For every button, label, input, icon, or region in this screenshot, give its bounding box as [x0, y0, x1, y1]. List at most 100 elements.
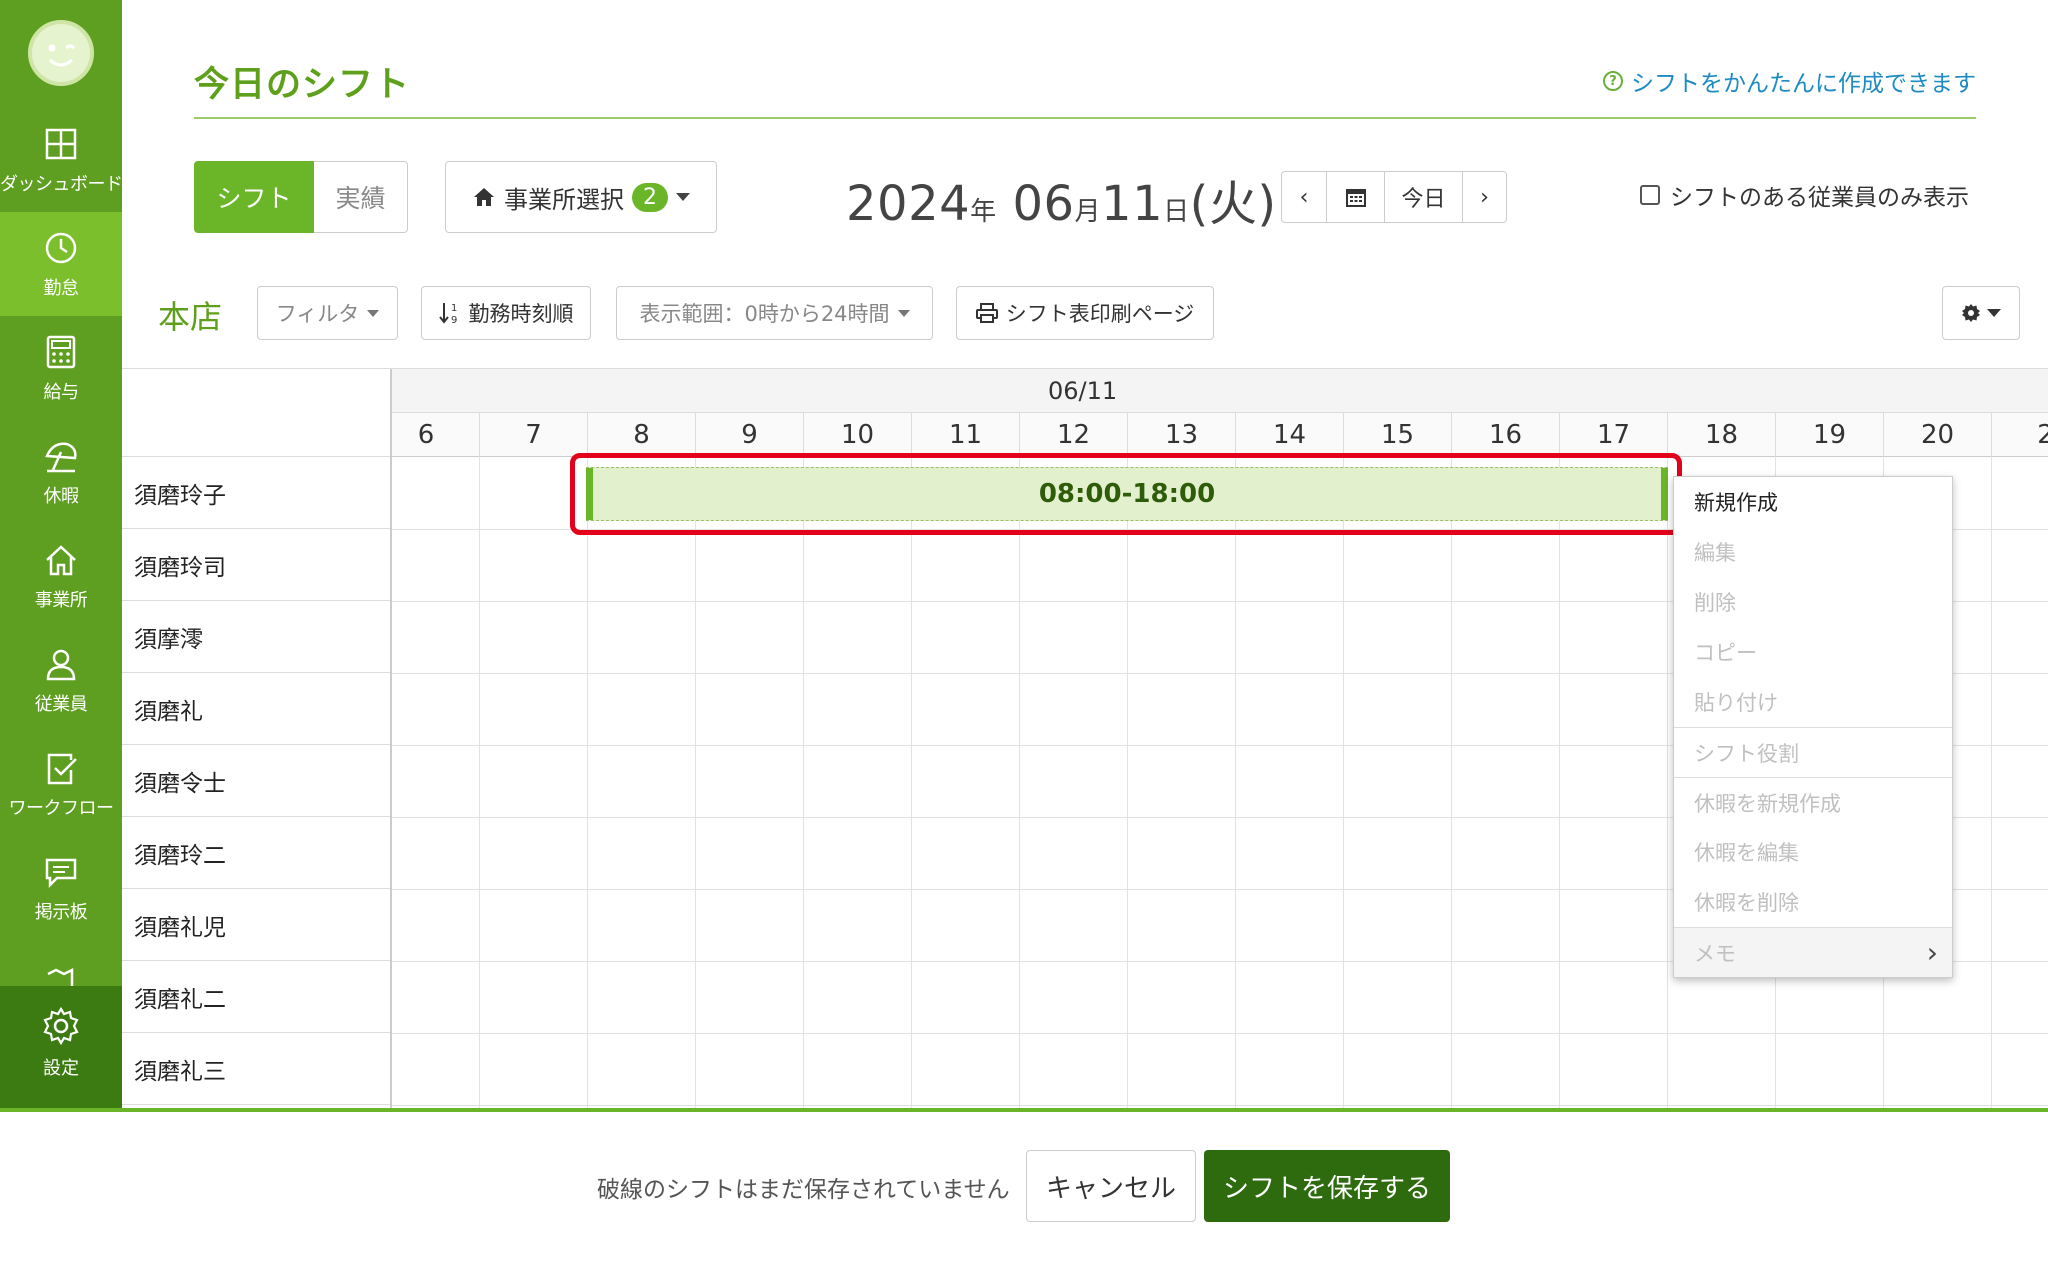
sidebar-item-settings[interactable]: 設定 — [0, 986, 122, 1108]
menu-item-copy[interactable]: コピー — [1674, 627, 1952, 677]
sidebar-item-label: 従業員 — [34, 694, 88, 715]
hour-gridline — [1667, 457, 1668, 1108]
sidebar-item-attendance[interactable]: 勤怠 — [0, 212, 122, 316]
sidebar-item-payroll[interactable]: 給与 — [0, 316, 122, 420]
filter-dropdown[interactable]: フィルタ — [257, 286, 398, 340]
cancel-button[interactable]: キャンセル — [1026, 1150, 1196, 1222]
employee-row[interactable]: 須磨令士 — [122, 745, 390, 817]
hour-gridline — [1559, 457, 1560, 1108]
shift-time-label: 08:00-18:00 — [1038, 479, 1216, 509]
sort-by-time-button[interactable]: 19 勤務時刻順 — [421, 286, 591, 340]
employee-row[interactable]: 須磨礼児 — [122, 889, 390, 961]
office-select-dropdown[interactable]: 事業所選択 2 — [445, 161, 717, 233]
home-icon — [474, 188, 494, 206]
caret-down-icon — [1987, 309, 2001, 317]
clipboard-check-icon — [47, 753, 77, 785]
calendar-button[interactable] — [1326, 172, 1384, 222]
sidebar-item-label: 掲示板 — [34, 902, 88, 923]
caret-down-icon — [367, 309, 380, 317]
employee-row[interactable]: 須磨玲司 — [122, 529, 390, 601]
timeline-date: 06/11 — [1048, 377, 1118, 405]
employee-row[interactable]: 須磨礼二 — [122, 961, 390, 1033]
hour-gridline — [695, 457, 696, 1108]
sidebar-item-label: ダッシュボード — [0, 174, 123, 195]
hour-label: 13 — [1127, 413, 1235, 457]
hour-gridline — [587, 457, 588, 1108]
save-shift-button[interactable]: シフトを保存する — [1204, 1150, 1450, 1222]
checkbox-icon[interactable] — [1640, 185, 1660, 205]
smiley-logo-icon[interactable] — [28, 20, 94, 86]
hour-label: 16 — [1451, 413, 1559, 457]
hour-label: 20 — [1883, 413, 1991, 457]
settings-dropdown-button[interactable] — [1942, 286, 2020, 340]
print-page-button[interactable]: シフト表印刷ページ — [956, 286, 1214, 340]
tab-shift[interactable]: シフト — [194, 161, 314, 233]
menu-item-new-leave[interactable]: 休暇を新規作成 — [1674, 777, 1952, 827]
only-with-shifts-label: シフトのある従業員のみ表示 — [1670, 185, 1969, 211]
store-name: 本店 — [158, 298, 223, 336]
employee-row[interactable]: 須磨礼 — [122, 673, 390, 745]
menu-item-delete[interactable]: 削除 — [1674, 577, 1952, 627]
employee-row[interactable]: 須磨玲二 — [122, 817, 390, 889]
dashboard-icon — [45, 128, 77, 160]
calendar-icon — [1345, 189, 1366, 207]
help-link-text: シフトをかんたんに作成できます — [1631, 71, 1976, 97]
shift-start-handle[interactable] — [586, 468, 593, 520]
prev-day-button[interactable]: ‹ — [1282, 172, 1326, 222]
date-year: 2024 — [846, 176, 971, 232]
sort-numeric-icon: 19 — [438, 303, 457, 325]
date-weekday: (火) — [1189, 176, 1277, 232]
menu-item-shift-role[interactable]: シフト役割 — [1674, 727, 1952, 777]
menu-item-new[interactable]: 新規作成 — [1674, 477, 1952, 527]
menu-item-memo-label: メモ — [1694, 941, 1736, 966]
employee-row[interactable]: 須磨玲子 — [122, 457, 390, 529]
menu-item-edit[interactable]: 編集 — [1674, 527, 1952, 577]
sidebar-item-dashboard[interactable]: ダッシュボード — [0, 108, 123, 212]
employee-row[interactable]: 須磨礼三 — [122, 1033, 390, 1105]
employee-name: 須磨礼二 — [134, 986, 226, 1013]
shift-end-handle[interactable] — [1661, 468, 1668, 520]
hour-label: 18 — [1667, 413, 1775, 457]
sidebar-item-office[interactable]: 事業所 — [0, 524, 122, 628]
sidebar-item-employees[interactable]: 従業員 — [0, 628, 122, 732]
message-icon — [45, 858, 77, 889]
page-title: 今日のシフト — [194, 65, 411, 105]
caret-down-icon — [897, 309, 910, 317]
timeline-hour-header: 6 78910111213141516171819202 — [392, 413, 2048, 457]
menu-item-delete-leave[interactable]: 休暇を削除 — [1674, 877, 1952, 927]
partial-nav-icon — [42, 964, 78, 986]
display-range-dropdown[interactable]: 表示範囲：0時から24時間 — [616, 286, 933, 340]
sidebar-item-workflow[interactable]: ワークフロー — [0, 732, 122, 836]
shift-bar[interactable]: 08:00-18:00 — [586, 467, 1668, 521]
only-with-shifts-checkbox[interactable]: シフトのある従業員のみ表示 — [1640, 178, 1969, 212]
today-button[interactable]: 今日 — [1384, 172, 1462, 222]
menu-item-memo[interactable]: メモ › — [1674, 927, 1952, 977]
filter-label: フィルタ — [275, 302, 360, 326]
hour-label: 6 — [417, 420, 435, 450]
sidebar-item-board[interactable]: 掲示板 — [0, 836, 122, 940]
next-day-button[interactable]: › — [1462, 172, 1506, 222]
sidebar-settings-label: 設定 — [43, 1058, 79, 1079]
employee-row[interactable]: 須摩澪 — [122, 601, 390, 673]
sidebar-item-label: ワークフロー — [8, 798, 115, 819]
help-link[interactable]: ? シフトをかんたんに作成できます — [1603, 64, 1976, 98]
row-gridline — [392, 1033, 2048, 1034]
sidebar-item-leave[interactable]: 休暇 — [0, 420, 122, 524]
hour-label: 19 — [1775, 413, 1883, 457]
hour-gridline — [803, 457, 804, 1108]
svg-text:1: 1 — [451, 303, 457, 314]
unsaved-message: 破線のシフトはまだ保存されていません — [597, 1177, 1010, 1203]
gear-icon — [1962, 304, 1980, 322]
footer-bar — [0, 1108, 2048, 1266]
menu-item-edit-leave[interactable]: 休暇を編集 — [1674, 827, 1952, 877]
employee-name: 須磨令士 — [134, 770, 226, 797]
hour-gridline — [1991, 457, 1992, 1108]
employee-column: 須磨玲子須磨玲司須摩澪 須磨礼須磨令士須磨玲二 須磨礼児須磨礼二須磨礼三 — [122, 369, 392, 1108]
date-month-unit: 月 — [1074, 197, 1102, 227]
menu-item-paste[interactable]: 貼り付け — [1674, 677, 1952, 727]
tab-actual[interactable]: 実績 — [314, 161, 408, 233]
hour-label: 12 — [1019, 413, 1127, 457]
sort-label: 勤務時刻順 — [468, 302, 574, 326]
employee-name: 須磨玲司 — [134, 554, 226, 581]
gear-icon — [43, 1006, 79, 1046]
